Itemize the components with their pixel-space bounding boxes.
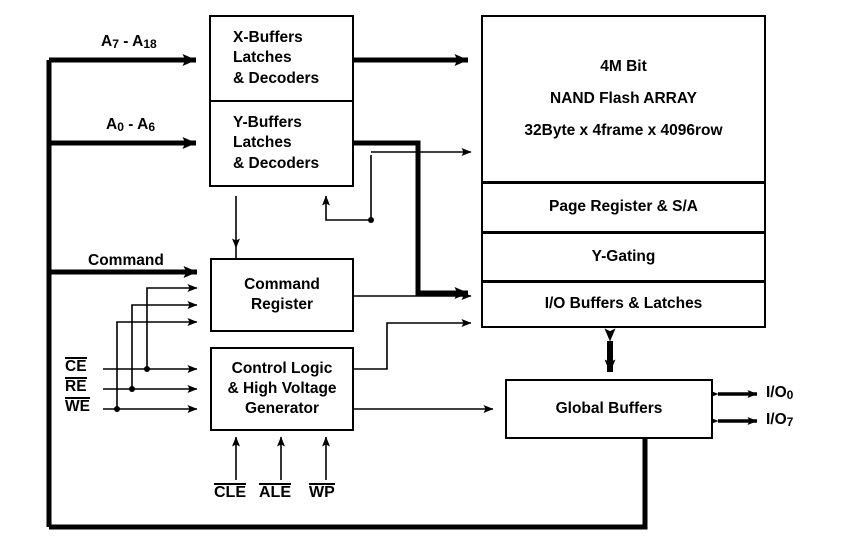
block-page-register[interactable]: Page Register & S/A: [481, 182, 766, 233]
a7-a18-base2: A: [132, 33, 144, 50]
signal-label-ale: ALE: [259, 483, 291, 501]
signal-label-cle: CLE: [214, 483, 246, 501]
block-control-logic[interactable]: Control Logic & High Voltage Generator: [210, 347, 354, 431]
signal-label-io0: I/O0: [766, 385, 793, 401]
y-buffers-line2: Latches: [233, 134, 292, 152]
array-line1: 4M Bit: [600, 58, 647, 76]
a0-a6-sub1: 0: [117, 120, 124, 134]
block-global-buffers[interactable]: Global Buffers: [505, 379, 713, 439]
block-command-register[interactable]: Command Register: [210, 258, 354, 332]
signal-label-ce: CE: [65, 357, 87, 375]
io0-sub: 0: [786, 388, 794, 402]
a7-a18-sub2: 18: [143, 37, 157, 51]
block-io-buffers-latches[interactable]: I/O Buffers & Latches: [481, 281, 766, 328]
re-text: RE: [65, 377, 87, 395]
ale-text: ALE: [259, 483, 291, 501]
io-buffers-label: I/O Buffers & Latches: [544, 295, 703, 313]
ce-text: CE: [65, 357, 87, 375]
signal-label-we: WE: [65, 397, 90, 415]
a7-a18-sub1: 7: [112, 37, 119, 51]
y-buffers-line1: Y-Buffers: [233, 114, 302, 132]
a0-a6-base2: A: [137, 116, 149, 133]
y-buffers-line3: & Decoders: [233, 154, 320, 172]
block-diagram-canvas: X-Buffers Latches & Decoders Y-Buffers L…: [0, 0, 845, 545]
io7-sub: 7: [786, 415, 794, 429]
a0-a6-base1: A: [106, 116, 118, 133]
io7-base: I/O: [766, 411, 787, 428]
block-y-gating[interactable]: Y-Gating: [481, 232, 766, 282]
wp-text: WP: [309, 483, 335, 501]
a0-a6-sub2: 6: [148, 120, 156, 134]
command-register-line2: Register: [250, 296, 314, 313]
a0-a6-dash: -: [123, 116, 138, 133]
signal-label-a7-a18: A7 - A18: [101, 34, 157, 50]
signal-label-re: RE: [65, 377, 87, 395]
global-buffers-label: Global Buffers: [555, 399, 663, 417]
page-register-label: Page Register & S/A: [548, 198, 699, 216]
io0-base: I/O: [766, 384, 787, 401]
control-logic-line1: Control Logic: [231, 359, 333, 377]
block-y-buffers[interactable]: Y-Buffers Latches & Decoders: [209, 100, 354, 187]
we-text: WE: [65, 397, 90, 415]
signal-label-io7: I/O7: [766, 412, 793, 428]
array-line3: 32Byte x 4frame x 4096row: [524, 121, 723, 139]
y-gating-label: Y-Gating: [591, 247, 656, 265]
signal-label-wp: WP: [309, 483, 335, 501]
x-buffers-line1: X-Buffers: [233, 29, 303, 47]
array-line2: NAND Flash ARRAY: [550, 90, 697, 108]
cle-text: CLE: [214, 483, 246, 501]
x-buffers-line2: Latches: [233, 49, 292, 67]
a7-a18-base1: A: [101, 33, 113, 50]
control-logic-line3: Generator: [244, 400, 320, 418]
signal-label-a0-a6: A0 - A6: [106, 117, 155, 133]
a7-a18-dash: -: [118, 33, 133, 50]
x-buffers-line3: & Decoders: [233, 69, 320, 87]
block-nand-flash-array[interactable]: 4M Bit NAND Flash ARRAY 32Byte x 4frame …: [481, 15, 766, 183]
block-x-buffers[interactable]: X-Buffers Latches & Decoders: [209, 15, 354, 102]
control-logic-line2: & High Voltage: [227, 379, 337, 397]
command-register-line1: Command: [244, 275, 320, 293]
signal-label-command: Command: [88, 252, 164, 269]
